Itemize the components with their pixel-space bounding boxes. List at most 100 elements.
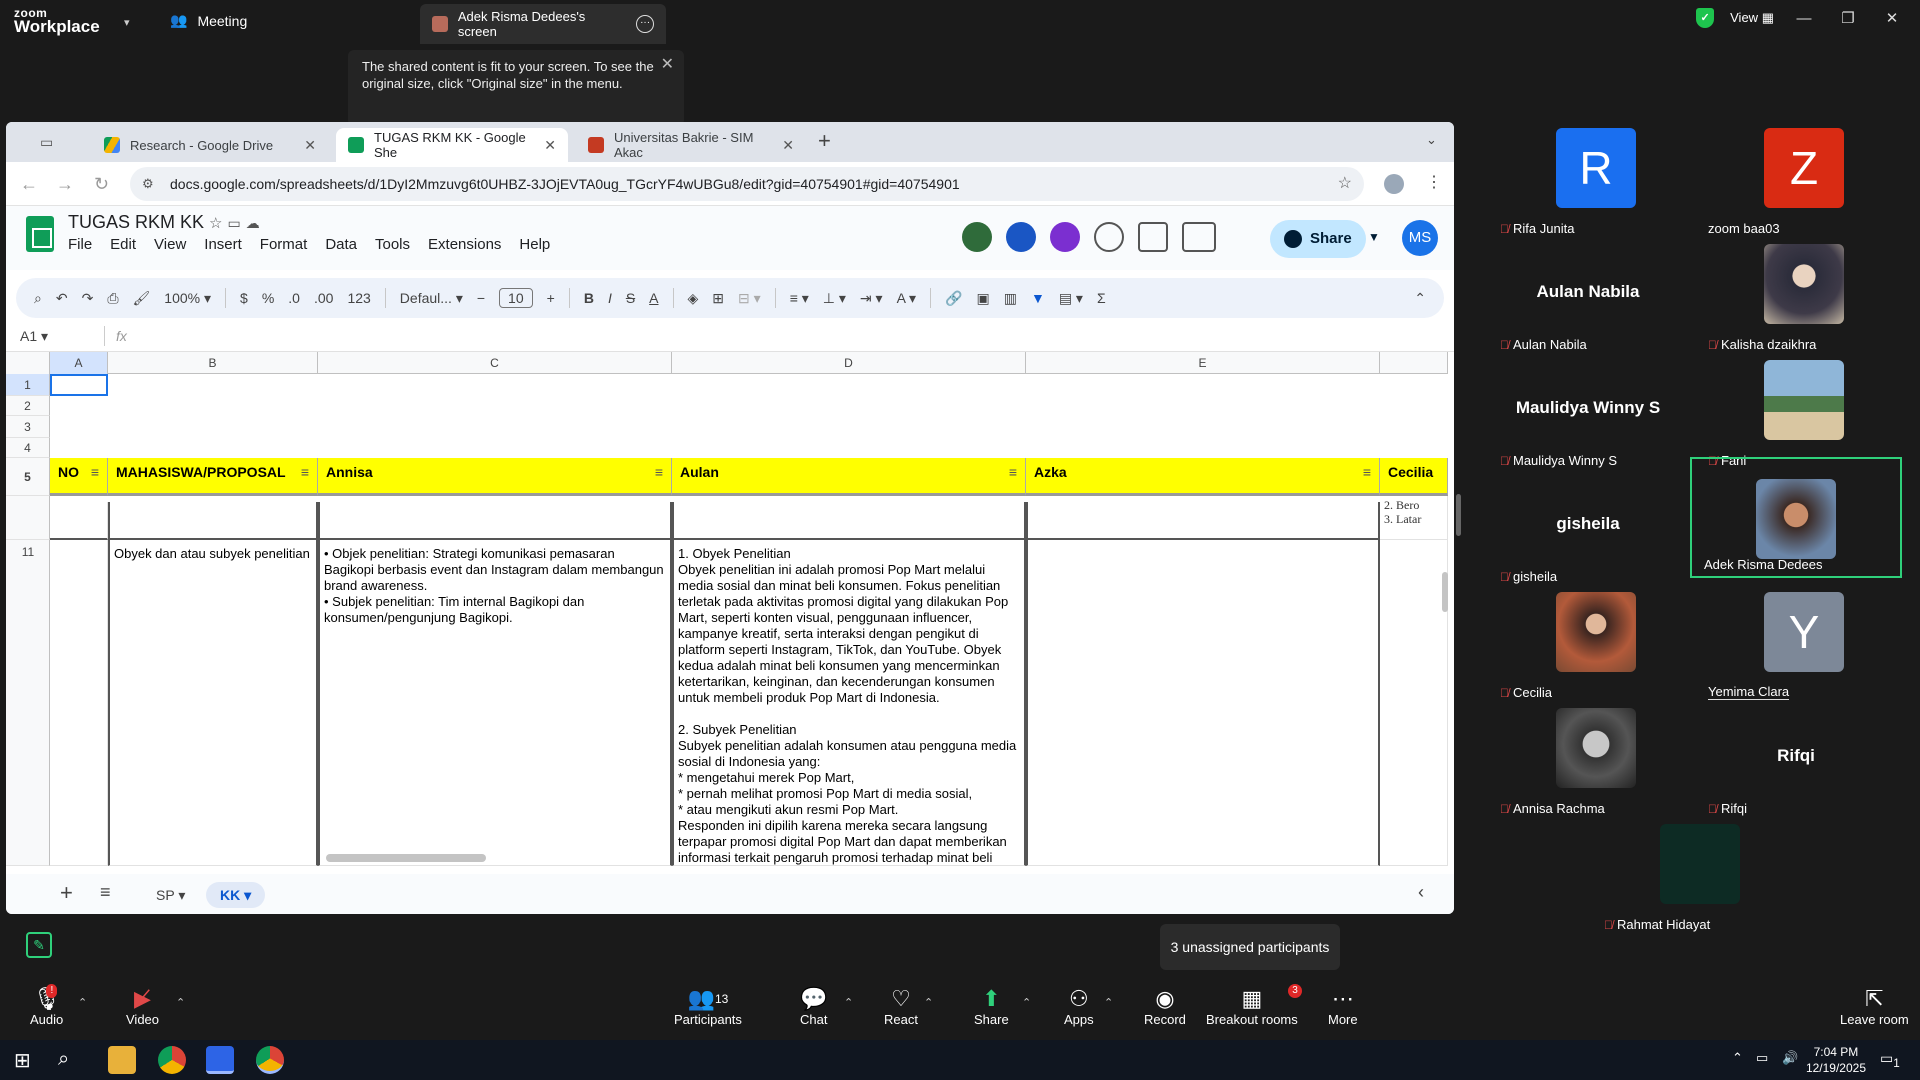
windows-start-icon[interactable]: ⊞	[14, 1048, 31, 1073]
reload-icon[interactable]: ↻	[94, 174, 109, 195]
menu-file[interactable]: File	[68, 236, 92, 253]
meet-call-icon[interactable]	[1182, 222, 1216, 252]
more-button[interactable]: ⋯ More	[1328, 986, 1358, 1027]
more-formats-button[interactable]: 123	[347, 290, 370, 306]
filter-dropdown-icon[interactable]: ≡	[301, 458, 309, 486]
text-rotation-icon[interactable]: A ▾	[897, 290, 916, 307]
participant-tile[interactable]: Aulan Nabila 🎙̸ Aulan Nabila	[1488, 240, 1688, 356]
merge-cells-icon[interactable]: ⊟ ▾	[738, 290, 761, 307]
participant-tile[interactable]: 🎙̸ Cecilia	[1488, 588, 1688, 704]
participant-tile[interactable]: Rifqi 🎙̸ Rifqi	[1696, 704, 1896, 820]
column-header-f[interactable]	[1380, 352, 1448, 374]
selected-cell-a1[interactable]	[50, 374, 108, 396]
tab-search-icon[interactable]: ▭	[40, 134, 53, 151]
font-select[interactable]: Defaul... ▾	[400, 290, 463, 307]
row-header-4[interactable]: 4	[6, 438, 50, 458]
zoom-app-icon[interactable]	[206, 1046, 234, 1074]
undo-icon[interactable]: ↶	[56, 290, 68, 307]
functions-icon[interactable]: Σ	[1097, 290, 1106, 306]
close-tab-icon[interactable]: ✕	[544, 137, 556, 154]
sheet-tab-sp[interactable]: SP ▾	[142, 882, 199, 908]
active-speaker-tile[interactable]: Adek Risma Dedees	[1690, 457, 1902, 578]
cell-row11-cecilia[interactable]	[1380, 540, 1448, 866]
increase-decimal-button[interactable]: .00	[314, 290, 333, 306]
participants-button[interactable]: 👥13 Participants	[674, 986, 742, 1027]
site-info-icon[interactable]: ⚙	[142, 167, 154, 201]
audio-button[interactable]: 🎙! Audio	[30, 984, 63, 1027]
menu-tools[interactable]: Tools	[375, 236, 410, 253]
menu-format[interactable]: Format	[260, 236, 308, 253]
fill-color-icon[interactable]: ◈	[688, 290, 699, 307]
name-box[interactable]: A1 ▾	[20, 328, 48, 345]
row-header-1[interactable]: 1	[6, 374, 50, 396]
formula-input[interactable]	[146, 324, 1426, 348]
move-folder-icon[interactable]: ▭	[228, 215, 241, 231]
more-options-icon[interactable]: ···	[636, 15, 654, 33]
menu-extensions[interactable]: Extensions	[428, 236, 501, 253]
insert-chart-icon[interactable]: ▥	[1004, 290, 1017, 307]
cell-row11-annisa[interactable]: • Objek penelitian: Strategi komunikasi …	[318, 540, 672, 866]
apps-options-chevron-icon[interactable]: ⌃	[1104, 996, 1113, 1009]
cell[interactable]	[1026, 502, 1380, 540]
participant-tile[interactable]: 🎙̸ Annisa Rachma	[1488, 704, 1688, 820]
share-button[interactable]: Share	[1270, 220, 1366, 258]
url-bar[interactable]: ⚙ docs.google.com/spreadsheets/d/1DyI2Mm…	[130, 167, 1364, 201]
vertical-align-icon[interactable]: ⊥ ▾	[823, 290, 846, 307]
column-header-c[interactable]: C	[318, 352, 672, 374]
close-tab-icon[interactable]: ✕	[782, 137, 794, 154]
gallery-resize-handle[interactable]	[1456, 494, 1461, 536]
view-button[interactable]: View ▦	[1730, 10, 1774, 26]
font-size-decrease-icon[interactable]: −	[477, 290, 485, 306]
cell-row11-no[interactable]	[50, 540, 108, 866]
chrome-active-icon[interactable]	[256, 1046, 284, 1074]
text-wrap-icon[interactable]: ⇥ ▾	[860, 290, 883, 307]
tab-research-drive[interactable]: Research - Google Drive ✕	[92, 128, 328, 162]
bold-icon[interactable]: B	[584, 290, 594, 306]
meeting-tab[interactable]: 👥 Meeting	[170, 12, 247, 29]
collaborator-icon[interactable]	[1006, 222, 1036, 252]
chevron-down-icon[interactable]: ▾	[124, 16, 130, 29]
participant-tile[interactable]: 🎙̸ Fani	[1696, 356, 1896, 472]
cell-f-partial[interactable]: 2. Bero 3. Latar	[1380, 496, 1448, 540]
filter-views-icon[interactable]: ▤ ▾	[1059, 290, 1083, 307]
cell[interactable]	[318, 502, 672, 540]
network-icon[interactable]: ▭	[1756, 1050, 1768, 1066]
currency-format-button[interactable]: $	[240, 290, 248, 306]
share-options-chevron-icon[interactable]: ⌃	[1022, 996, 1031, 1009]
decrease-decimal-button[interactable]: .0	[288, 290, 300, 306]
tab-list-chevron-icon[interactable]: ⌄	[1426, 132, 1437, 148]
search-icon[interactable]: ⌕	[58, 1048, 69, 1071]
forward-icon[interactable]: →	[56, 174, 74, 195]
paint-format-icon[interactable]: 🖌	[133, 290, 151, 307]
cell-row11-objek-label[interactable]: Obyek dan atau subyek penelitian	[108, 540, 318, 866]
filter-dropdown-icon[interactable]: ≡	[655, 458, 663, 486]
column-header-d[interactable]: D	[672, 352, 1026, 374]
user-avatar[interactable]: MS	[1402, 220, 1438, 256]
minimize-icon[interactable]: —	[1790, 10, 1818, 27]
share-dropdown-icon[interactable]: ▼	[1368, 230, 1380, 244]
header-cell-annisa[interactable]: Annisa ≡	[318, 458, 672, 496]
volume-icon[interactable]: 🔊	[1782, 1050, 1798, 1066]
italic-icon[interactable]: I	[608, 290, 612, 306]
participant-tile[interactable]: gisheila 🎙̸ gisheila	[1488, 472, 1688, 588]
row-header-5[interactable]: 5	[6, 458, 50, 496]
menu-view[interactable]: View	[154, 236, 186, 253]
doc-title[interactable]: TUGAS RKM KK ☆ ▭ ☁	[68, 212, 260, 233]
collapse-toolbar-icon[interactable]: ⌃	[1414, 290, 1426, 307]
back-icon[interactable]: ←	[20, 174, 38, 195]
restore-icon[interactable]: ❐	[1834, 9, 1862, 27]
row-header-2[interactable]: 2	[6, 396, 50, 416]
header-cell-cecilia[interactable]: Cecilia	[1380, 458, 1448, 496]
participant-tile[interactable]: 🎙̸ Kalisha dzaikhra	[1696, 240, 1896, 356]
cell[interactable]	[50, 502, 108, 540]
google-sheets-logo-icon[interactable]	[26, 216, 54, 252]
encryption-shield-icon[interactable]: ✓	[1696, 8, 1715, 28]
cell[interactable]	[672, 502, 1026, 540]
record-button[interactable]: ◉ Record	[1144, 986, 1186, 1027]
insert-link-icon[interactable]: 🔗	[945, 290, 962, 307]
header-cell-no[interactable]: NO ≡	[50, 458, 108, 496]
video-button[interactable]: ▶̸ Video	[126, 986, 159, 1027]
header-cell-mahasiswa[interactable]: MAHASISWA/PROPOSAL ≡	[108, 458, 318, 496]
tray-chevron-icon[interactable]: ⌃	[1732, 1050, 1743, 1066]
collaborator-icon[interactable]	[962, 222, 992, 252]
